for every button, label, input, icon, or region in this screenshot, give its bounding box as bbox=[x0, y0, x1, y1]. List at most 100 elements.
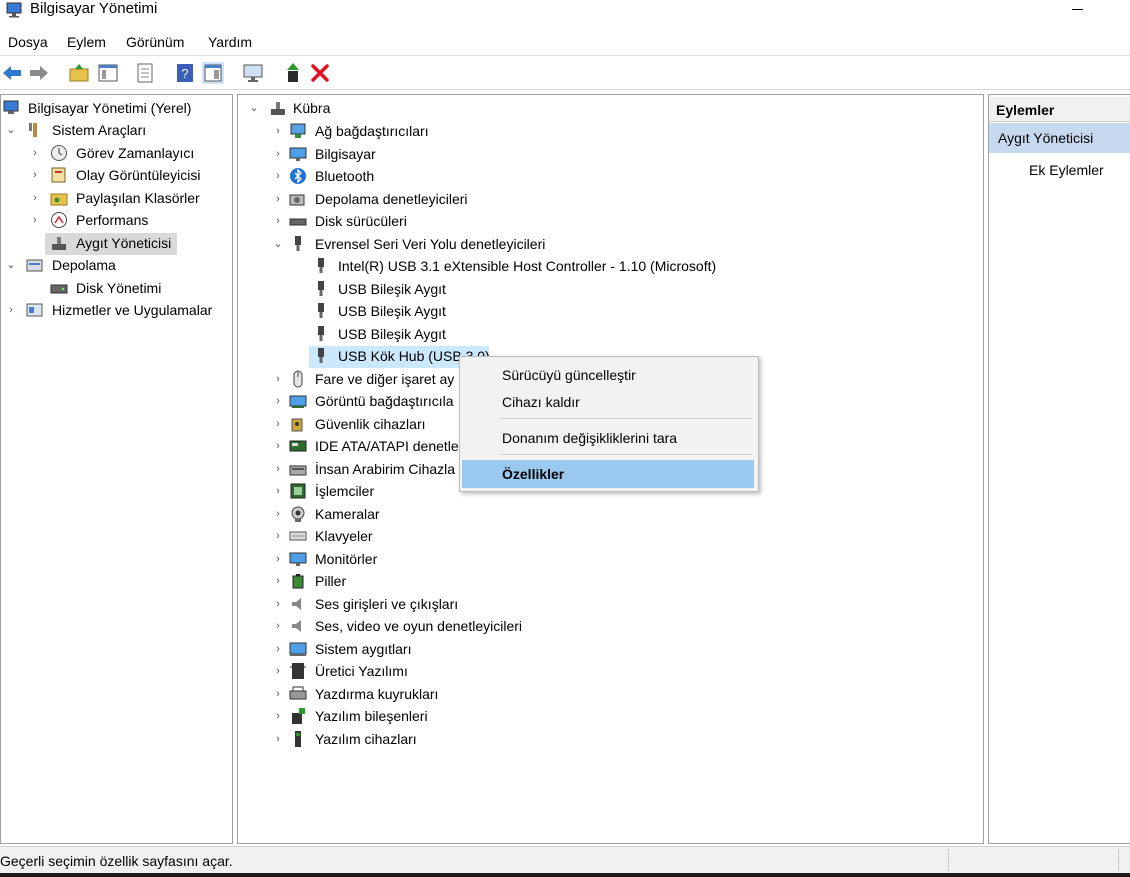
chevron-right-icon[interactable]: › bbox=[273, 552, 283, 566]
chevron-right-icon[interactable]: › bbox=[273, 597, 283, 611]
chevron-right-icon[interactable]: › bbox=[273, 619, 283, 633]
back-arrow-icon[interactable] bbox=[1, 62, 23, 84]
chevron-right-icon[interactable]: › bbox=[273, 507, 283, 521]
chevron-down-icon[interactable]: ⌄ bbox=[249, 101, 259, 115]
chevron-right-icon[interactable]: › bbox=[273, 687, 283, 701]
context-separator bbox=[500, 454, 752, 455]
display-adapter-icon bbox=[289, 395, 307, 408]
chevron-right-icon[interactable]: › bbox=[273, 642, 283, 656]
usb-icon bbox=[295, 235, 301, 251]
menu-yardim[interactable]: Yardım bbox=[208, 34, 252, 50]
taskbar-strip bbox=[0, 873, 1130, 877]
chevron-right-icon[interactable]: › bbox=[273, 439, 283, 453]
chevron-right-icon[interactable]: › bbox=[273, 732, 283, 746]
menu-eylem[interactable]: Eylem bbox=[67, 34, 106, 50]
actions-panel: Eylemler Aygıt Yöneticisi Ek Eylemler bbox=[988, 94, 1130, 844]
usb-icon bbox=[318, 280, 324, 296]
minimize-button[interactable] bbox=[1068, 0, 1088, 18]
context-properties[interactable]: Özellikler bbox=[462, 460, 754, 488]
title-bar: Bilgisayar Yönetimi bbox=[0, 0, 1130, 30]
clock-icon bbox=[51, 145, 67, 161]
battery-icon bbox=[292, 574, 304, 589]
forward-arrow-icon[interactable] bbox=[28, 62, 50, 84]
delete-icon[interactable] bbox=[309, 62, 331, 84]
disk-icon bbox=[50, 284, 68, 294]
mouse-icon bbox=[293, 370, 303, 387]
chevron-right-icon[interactable]: › bbox=[273, 169, 283, 183]
storage-controller-icon bbox=[289, 194, 305, 205]
performance-icon bbox=[51, 212, 67, 228]
storage-icon bbox=[26, 259, 43, 272]
chevron-right-icon[interactable]: › bbox=[273, 462, 283, 476]
menu-dosya[interactable]: Dosya bbox=[8, 34, 48, 50]
processor-icon bbox=[290, 483, 306, 499]
event-viewer-icon bbox=[51, 167, 66, 183]
bluetooth-icon bbox=[290, 168, 306, 184]
up-folder-icon[interactable] bbox=[68, 62, 90, 84]
window-title: Bilgisayar Yönetimi bbox=[30, 0, 158, 17]
software-device-icon bbox=[295, 730, 301, 747]
chevron-right-icon[interactable]: › bbox=[30, 146, 40, 160]
network-adapter-icon bbox=[290, 123, 306, 138]
chevron-right-icon[interactable]: › bbox=[273, 529, 283, 543]
speaker-icon bbox=[292, 620, 301, 632]
chevron-right-icon[interactable]: › bbox=[273, 664, 283, 678]
chevron-right-icon[interactable]: › bbox=[30, 191, 40, 205]
help-icon[interactable]: ? bbox=[174, 62, 196, 84]
chevron-right-icon[interactable]: › bbox=[273, 709, 283, 723]
chevron-right-icon[interactable]: › bbox=[273, 394, 283, 408]
software-component-icon bbox=[292, 708, 305, 724]
system-device-icon bbox=[289, 642, 307, 656]
computer-management-icon bbox=[3, 100, 19, 114]
actions-section-device-manager[interactable]: Aygıt Yöneticisi bbox=[989, 123, 1130, 153]
chevron-right-icon[interactable]: › bbox=[30, 213, 40, 227]
shared-folder-icon bbox=[50, 193, 68, 206]
menu-bar: Dosya Eylem Görünüm Yardım bbox=[0, 32, 1130, 54]
usb-icon bbox=[318, 258, 324, 273]
firmware-icon bbox=[290, 663, 306, 679]
chevron-right-icon[interactable]: › bbox=[273, 124, 283, 138]
usb-icon bbox=[318, 303, 324, 318]
context-scan-hardware[interactable]: Donanım değişikliklerini tara bbox=[462, 424, 754, 452]
hid-icon bbox=[289, 465, 307, 475]
chevron-down-icon[interactable]: ⌄ bbox=[6, 123, 16, 137]
context-menu: Sürücüyü güncelleştir Cihazı kaldır Dona… bbox=[459, 356, 759, 492]
chevron-right-icon[interactable]: › bbox=[273, 372, 283, 386]
chevron-right-icon[interactable]: › bbox=[273, 214, 283, 228]
usb-icon bbox=[318, 348, 324, 363]
more-actions-link[interactable]: Ek Eylemler bbox=[1029, 162, 1104, 178]
ide-controller-icon bbox=[289, 440, 307, 452]
monitor-icon[interactable] bbox=[242, 62, 264, 84]
svg-text:?: ? bbox=[181, 66, 188, 81]
chevron-right-icon[interactable]: › bbox=[273, 484, 283, 498]
chevron-right-icon[interactable]: › bbox=[273, 192, 283, 206]
security-device-icon bbox=[291, 418, 303, 431]
chevron-right-icon[interactable]: › bbox=[6, 303, 16, 317]
tree-item-device-manager[interactable]: Aygıt Yöneticisi bbox=[45, 233, 177, 255]
context-update-driver[interactable]: Sürücüyü güncelleştir bbox=[462, 361, 754, 389]
update-driver-icon[interactable] bbox=[282, 62, 304, 84]
properties-icon[interactable] bbox=[134, 62, 156, 84]
show-hide-tree-icon[interactable] bbox=[97, 62, 119, 84]
status-text: Geçerli seçimin özellik sayfasını açar. bbox=[0, 853, 233, 869]
services-icon bbox=[26, 303, 43, 317]
status-divider bbox=[948, 849, 949, 871]
chevron-right-icon[interactable]: › bbox=[273, 147, 283, 161]
context-uninstall-device[interactable]: Cihazı kaldır bbox=[462, 388, 754, 416]
chevron-right-icon[interactable]: › bbox=[30, 168, 40, 182]
chevron-down-icon[interactable]: ⌄ bbox=[273, 237, 283, 251]
chevron-right-icon[interactable]: › bbox=[273, 574, 283, 588]
printer-icon bbox=[289, 686, 307, 699]
menu-gorunum[interactable]: Görünüm bbox=[126, 34, 184, 50]
disk-drive-icon bbox=[289, 218, 307, 226]
context-separator bbox=[500, 418, 752, 419]
camera-icon bbox=[291, 506, 305, 522]
computer-management-icon bbox=[6, 2, 22, 18]
chevron-down-icon[interactable]: ⌄ bbox=[6, 258, 16, 272]
chevron-right-icon[interactable]: › bbox=[273, 417, 283, 431]
speaker-icon bbox=[292, 597, 301, 610]
console-tree-panel: Bilgisayar Yönetimi (Yerel) ⌄ Sistem Ara… bbox=[0, 94, 233, 844]
view-icon[interactable] bbox=[202, 62, 224, 84]
status-bar: Geçerli seçimin özellik sayfasını açar. bbox=[0, 846, 1130, 874]
device-manager-icon bbox=[52, 237, 66, 250]
